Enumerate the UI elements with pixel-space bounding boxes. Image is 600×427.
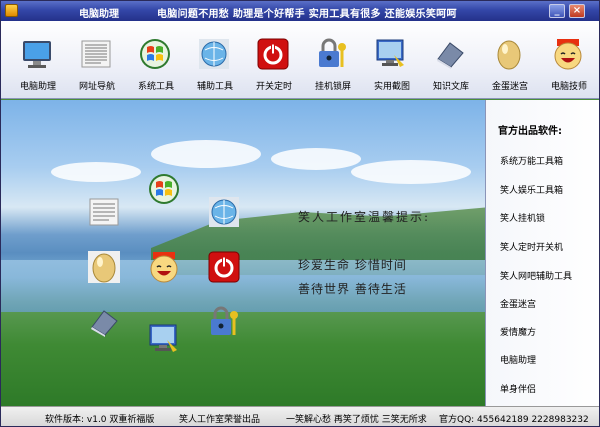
status-version: 软件版本: v1.0 双重祈福版 xyxy=(45,415,155,425)
title-bar[interactable]: 电脑助理 电脑问题不用愁 助理是个好帮手 实用工具有很多 还能娱乐笑呵呵 _ × xyxy=(1,1,599,21)
status-contact: 官方QQ: 455642189 2228983232 xyxy=(439,415,589,425)
panel-title: 官方出品软件: xyxy=(498,126,562,137)
panel-link-love-cube[interactable]: 爱情魔方 xyxy=(500,325,536,338)
toolbar-item-system-tools[interactable]: 系统工具 xyxy=(127,21,185,99)
smiley-face-icon[interactable] xyxy=(147,250,181,284)
golden-egg-icon[interactable] xyxy=(87,250,121,284)
cloud-decoration xyxy=(271,148,361,170)
panel-link-entertainment-toolbox[interactable]: 笑人娱乐工具箱 xyxy=(500,183,563,196)
toolbar-item-pc-technician[interactable]: 电脑技师 xyxy=(540,21,598,99)
lock-key-icon xyxy=(319,38,346,67)
status-motto: 一笑解心愁 再笑了烦忧 三笑无所求 xyxy=(286,415,427,425)
windows-logo-icon[interactable] xyxy=(147,172,181,206)
cloud-decoration xyxy=(351,160,471,184)
toolbar-label: 金蛋迷宫 xyxy=(491,82,528,92)
official-software-panel: 官方出品软件: 系统万能工具箱 笑人娱乐工具箱 笑人挂机锁 笑人定时开关机 笑人… xyxy=(485,100,599,406)
status-bar: 软件版本: v1.0 双重祈福版 笑人工作室荣誉出品 一笑解心愁 再笑了烦忧 三… xyxy=(1,406,599,426)
app-window: 电脑助理 电脑问题不用愁 助理是个好帮手 实用工具有很多 还能娱乐笑呵呵 _ ×… xyxy=(0,0,600,427)
tip-title: 笑人工作室温馨提示: xyxy=(298,210,431,224)
app-icon xyxy=(5,4,18,17)
toolbar-label: 网址导航 xyxy=(78,82,115,92)
toolbar-label: 挂机锁屏 xyxy=(314,82,351,92)
screen-capture-icon[interactable] xyxy=(147,322,181,356)
screen-capture-icon xyxy=(376,39,404,67)
book-icon xyxy=(437,42,464,69)
toolbar-label: 电脑助理 xyxy=(19,82,56,92)
close-button[interactable]: × xyxy=(569,4,585,18)
globe-icon[interactable] xyxy=(207,195,241,229)
toolbar-item-knowledge-library[interactable]: 知识文库 xyxy=(422,21,480,99)
tip-line-2: 善待世界 善待生活 xyxy=(298,282,407,296)
power-icon xyxy=(257,38,289,70)
main-toolbar: 电脑助理 网址导航 系统工具 辅助工具 开关定时 挂机锁屏 实用截图 知识文库 … xyxy=(1,21,599,99)
monitor-icon xyxy=(23,41,51,68)
window-title: 电脑助理 xyxy=(79,9,119,20)
toolbar-label: 电脑技师 xyxy=(550,82,587,92)
minimize-button[interactable]: _ xyxy=(549,4,565,18)
windows-logo-icon xyxy=(140,39,170,69)
golden-egg-icon xyxy=(497,40,521,70)
book-icon[interactable] xyxy=(87,305,121,339)
panel-link-pc-assistant[interactable]: 电脑助理 xyxy=(500,353,536,366)
tip-line-1: 珍爱生命 珍惜时间 xyxy=(298,258,407,272)
document-icon xyxy=(81,40,111,68)
toolbar-label: 开关定时 xyxy=(255,82,292,92)
toolbar-item-screenshot[interactable]: 实用截图 xyxy=(363,21,421,99)
toolbar-item-power-timer[interactable]: 开关定时 xyxy=(245,21,303,99)
power-icon[interactable] xyxy=(207,250,241,284)
globe-icon xyxy=(199,39,229,69)
toolbar-item-assist-tools[interactable]: 辅助工具 xyxy=(186,21,244,99)
toolbar-label: 实用截图 xyxy=(373,82,410,92)
lock-key-icon[interactable] xyxy=(207,305,241,339)
toolbar-label: 系统工具 xyxy=(137,82,174,92)
panel-link-timer-shutdown[interactable]: 笑人定时开关机 xyxy=(500,240,563,253)
lake-background xyxy=(1,260,485,312)
smiley-face-icon xyxy=(554,39,582,70)
status-studio: 笑人工作室荣誉出品 xyxy=(179,415,261,425)
toolbar-label: 辅助工具 xyxy=(196,82,233,92)
panel-link-system-toolbox[interactable]: 系统万能工具箱 xyxy=(500,154,563,167)
title-slogan: 电脑问题不用愁 助理是个好帮手 实用工具有很多 还能娱乐笑呵呵 xyxy=(157,9,457,20)
panel-link-netcafe-tool[interactable]: 笑人网吧辅助工具 xyxy=(500,269,572,282)
toolbar-item-golden-egg-maze[interactable]: 金蛋迷宫 xyxy=(481,21,539,99)
main-content-area xyxy=(1,100,485,406)
toolbar-item-url-navigation[interactable]: 网址导航 xyxy=(68,21,126,99)
document-icon[interactable] xyxy=(87,195,121,229)
toolbar-item-computer-assistant[interactable]: 电脑助理 xyxy=(9,21,67,99)
cloud-decoration xyxy=(151,140,261,168)
panel-link-single-companion[interactable]: 单身伴侣 xyxy=(500,382,536,395)
cloud-decoration xyxy=(51,162,141,182)
toolbar-label: 知识文库 xyxy=(432,82,469,92)
panel-link-idle-lock[interactable]: 笑人挂机锁 xyxy=(500,211,545,224)
panel-link-golden-egg-maze[interactable]: 金蛋迷宫 xyxy=(500,297,536,310)
toolbar-item-lock-screen[interactable]: 挂机锁屏 xyxy=(304,21,362,99)
